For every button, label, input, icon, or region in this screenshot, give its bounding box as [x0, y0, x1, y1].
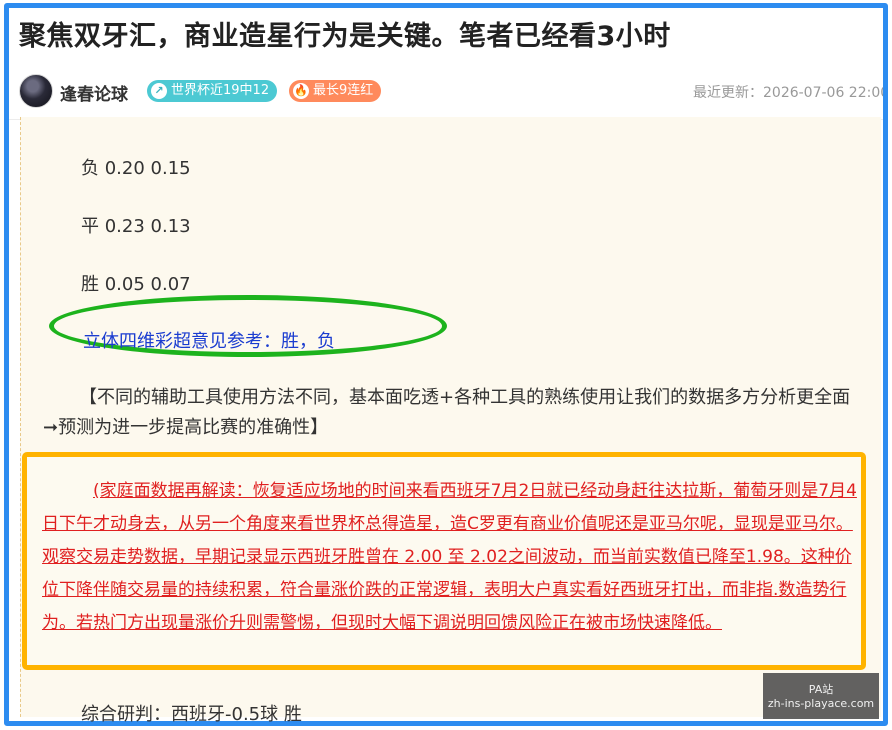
author-meta-bar: 逢春论球 ↗ 世界杯近19中12 🔥 最长9连红 最近更新：2026-07-06… — [19, 74, 883, 110]
highlight-box: (家庭面数据再解读：恢复适应场地的时间来看西班牙7月2日就已经动身赶往达拉斯，葡… — [22, 452, 866, 670]
author-avatar[interactable] — [19, 74, 53, 108]
flame-icon: 🔥 — [293, 83, 309, 99]
badge-world-cup-record: ↗ 世界杯近19中12 — [147, 80, 278, 102]
author-name[interactable]: 逢春论球 — [60, 80, 128, 105]
analysis-paragraph: (家庭面数据再解读：恢复适应场地的时间来看西班牙7月2日就已经动身赶往达拉斯，葡… — [42, 481, 857, 633]
prediction-tip: 立体四维彩超意见参考：胜，负 — [83, 331, 335, 352]
last-updated: 最近更新：2026-07-06 22:00 — [693, 85, 888, 101]
article-title: 聚焦双牙汇，商业造星行为是关键。笔者已经看3小时 — [19, 21, 671, 52]
odds-line-lose: 负 0.20 0.15 — [81, 158, 191, 179]
odds-line-win: 胜 0.05 0.07 — [81, 274, 191, 295]
arrow-up-icon: ↗ — [151, 83, 167, 99]
badge-winning-streak-text: 最长9连红 — [313, 83, 374, 98]
article-content: 负 0.20 0.15 平 0.23 0.13 胜 0.05 0.07 立体四维… — [20, 117, 881, 725]
watermark: PA站 zh-ins-playace.com — [763, 673, 879, 719]
tool-note-paragraph: 【不同的辅助工具使用方法不同，基本面吃透+各种工具的熟练使用让我们的数据多方分析… — [43, 387, 851, 438]
odds-line-draw: 平 0.23 0.13 — [81, 216, 191, 237]
watermark-logo-text: PA站 — [808, 683, 834, 696]
watermark-url: zh-ins-playace.com — [767, 697, 875, 710]
badge-winning-streak: 🔥 最长9连红 — [289, 80, 382, 102]
summary-line: 综合研判：西班牙-0.5球 胜 — [81, 704, 302, 725]
badge-world-cup-record-text: 世界杯近19中12 — [171, 83, 270, 98]
